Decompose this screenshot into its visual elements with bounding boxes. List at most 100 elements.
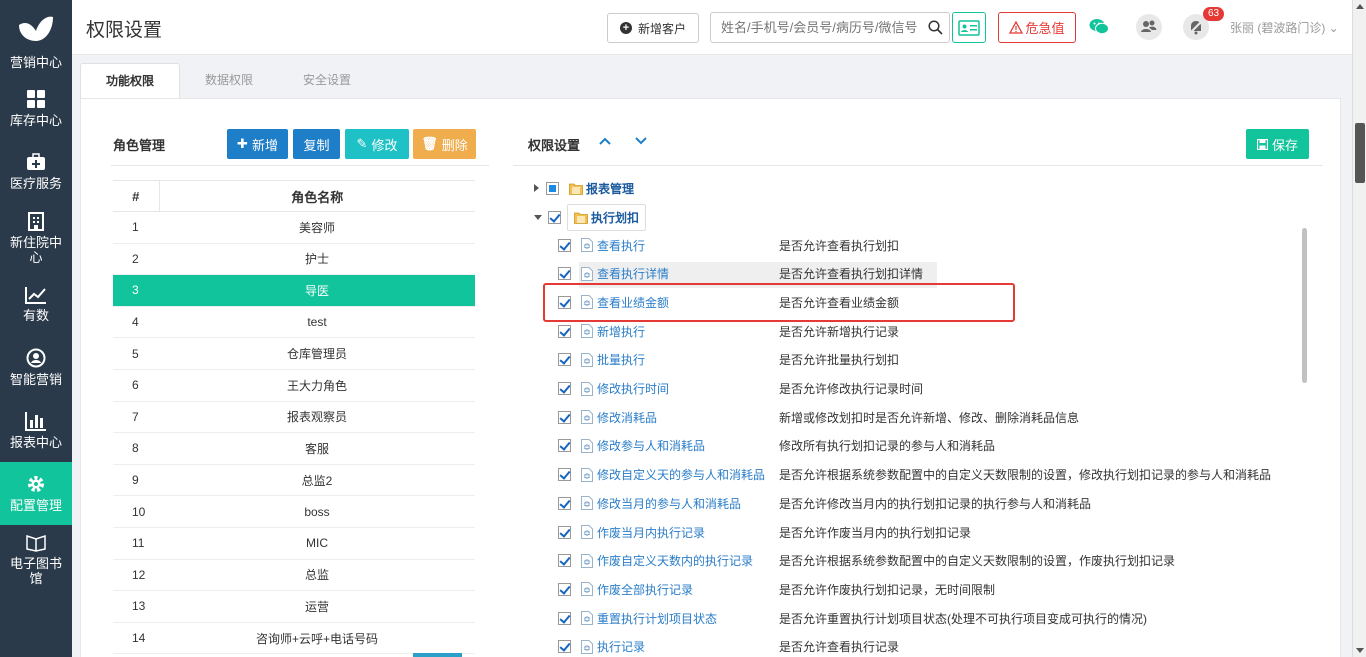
permission-name[interactable]: 重置执行计划项目状态 bbox=[597, 610, 779, 627]
app-logo[interactable] bbox=[0, 0, 72, 55]
add-role-button[interactable]: ✚ 新增 bbox=[227, 129, 288, 159]
tree-group-execution-deduct[interactable]: 执行划扣 bbox=[534, 203, 647, 231]
sidebar-item-smart-marketing[interactable]: 智能营销 bbox=[0, 336, 72, 399]
tree-group-report-management[interactable]: 报表管理 bbox=[534, 175, 634, 201]
permission-item[interactable]: 重置执行计划项目状态 是否允许重置执行计划项目状态(处理不可执行项目变成可执行的情… bbox=[520, 604, 1310, 632]
table-row[interactable]: 3 导医 bbox=[113, 274, 475, 307]
permission-checkbox[interactable] bbox=[558, 353, 571, 367]
permission-checkbox[interactable] bbox=[558, 554, 571, 568]
permission-name[interactable]: 查看业绩金额 bbox=[597, 294, 779, 311]
wechat-icon[interactable] bbox=[1089, 18, 1109, 35]
sidebar-item-label: 新住院中心 bbox=[9, 235, 62, 265]
scroll-down-icon[interactable] bbox=[1356, 648, 1364, 653]
table-row[interactable]: 6 王大力角色 bbox=[113, 369, 475, 402]
table-row[interactable]: 14 咨询师+云呼+电话号码 bbox=[113, 622, 475, 655]
tab-data-permissions[interactable]: 数据权限 bbox=[180, 63, 278, 98]
permission-name[interactable]: 作废自定义天数内的执行记录 bbox=[597, 552, 779, 569]
table-row[interactable]: 13 运营 bbox=[113, 590, 475, 623]
permission-name[interactable]: 执行记录 bbox=[597, 638, 779, 655]
permission-name[interactable]: 修改执行时间 bbox=[597, 380, 779, 397]
permission-checkbox[interactable] bbox=[558, 496, 571, 510]
permission-name[interactable]: 查看执行 bbox=[597, 237, 779, 254]
user-menu[interactable]: 张丽 (碧波路门诊) ⌄ bbox=[1230, 19, 1339, 36]
permission-item[interactable]: 执行记录 是否允许查看执行记录 bbox=[520, 633, 1310, 657]
permission-item[interactable]: 新增执行 是否允许新增执行记录 bbox=[520, 317, 1310, 345]
id-card-button[interactable] bbox=[952, 12, 986, 43]
scrollbar-thumb[interactable] bbox=[1355, 123, 1365, 183]
table-row[interactable]: 9 总监2 bbox=[113, 464, 475, 497]
permission-item[interactable]: 作废自定义天数内的执行记录 是否允许根据系统参数配置中的自定义天数限制的设置，作废… bbox=[520, 547, 1310, 575]
permission-item[interactable]: 查看执行 是否允许查看执行划扣 bbox=[520, 231, 1310, 259]
permission-checkbox[interactable] bbox=[558, 382, 571, 395]
page-scrollbar[interactable] bbox=[1352, 0, 1366, 657]
permission-checkbox[interactable] bbox=[558, 439, 571, 453]
edit-role-button[interactable]: ✎ 修改 bbox=[345, 129, 409, 159]
table-row[interactable]: 1 美容师 bbox=[113, 211, 475, 244]
sidebar-item-inpatient[interactable]: 新住院中心 bbox=[0, 203, 72, 273]
permission-checkbox[interactable] bbox=[558, 324, 571, 338]
new-customer-button[interactable]: + 新增客户 bbox=[607, 13, 699, 43]
permission-checkbox[interactable] bbox=[558, 410, 571, 424]
team-icon[interactable] bbox=[1135, 13, 1163, 41]
sidebar-item-youshu[interactable]: 有数 bbox=[0, 273, 72, 336]
table-row[interactable]: 8 客服 bbox=[113, 432, 475, 465]
folder-icon bbox=[574, 212, 588, 224]
permission-item[interactable]: 作废全部执行记录 是否允许作废执行划扣记录，无时间限制 bbox=[520, 575, 1310, 603]
permission-name[interactable]: 作废全部执行记录 bbox=[597, 581, 779, 598]
expand-arrow-icon[interactable] bbox=[534, 184, 539, 192]
table-row[interactable]: 5 仓库管理员 bbox=[113, 337, 475, 370]
permission-checkbox[interactable] bbox=[558, 525, 571, 539]
permission-checkbox[interactable] bbox=[558, 611, 571, 625]
tab-security-settings[interactable]: 安全设置 bbox=[278, 63, 376, 98]
table-row[interactable]: 2 护士 bbox=[113, 243, 475, 276]
copy-role-label: 复制 bbox=[303, 137, 330, 153]
sidebar-item-marketing[interactable]: 营销中心 bbox=[0, 55, 72, 77]
group-checkbox[interactable] bbox=[548, 210, 561, 224]
tab-function-permissions[interactable]: 功能权限 bbox=[80, 63, 181, 98]
sidebar-item-medical[interactable]: 医疗服务 bbox=[0, 140, 72, 203]
permission-item[interactable]: 查看执行详情 是否允许查看执行划扣详情 bbox=[520, 260, 1310, 288]
delete-role-button[interactable]: 🗑 删除 bbox=[413, 129, 476, 159]
permission-item[interactable]: 批量执行 是否允许批量执行划扣 bbox=[520, 346, 1310, 374]
permission-checkbox[interactable] bbox=[558, 238, 571, 252]
critical-value-button[interactable]: 危急值 bbox=[998, 12, 1076, 43]
scroll-up-icon[interactable] bbox=[1356, 4, 1364, 9]
sidebar-item-config[interactable]: 配置管理 bbox=[0, 462, 72, 525]
permission-name[interactable]: 批量执行 bbox=[597, 351, 779, 368]
permission-checkbox[interactable] bbox=[558, 267, 571, 281]
table-row[interactable]: 10 boss bbox=[113, 495, 475, 528]
permission-item[interactable]: 修改执行时间 是否允许修改执行记录时间 bbox=[520, 375, 1310, 403]
permission-item[interactable]: 修改自定义天的参与人和消耗品 是否允许根据系统参数配置中的自定义天数限制的设置，修… bbox=[520, 461, 1310, 489]
permission-name[interactable]: 修改当月的参与人和消耗品 bbox=[597, 495, 779, 512]
table-row[interactable]: 7 报表观察员 bbox=[113, 401, 475, 434]
table-row[interactable]: 12 总监 bbox=[113, 559, 475, 592]
table-row[interactable]: 11 MIC bbox=[113, 527, 475, 560]
collapse-arrow-icon[interactable] bbox=[534, 214, 542, 220]
group-checkbox[interactable] bbox=[546, 181, 559, 195]
permission-name[interactable]: 作废当月内执行记录 bbox=[597, 524, 779, 541]
sidebar-item-inventory[interactable]: 库存中心 bbox=[0, 77, 72, 140]
sidebar-item-reports[interactable]: 报表中心 bbox=[0, 399, 72, 462]
permission-item[interactable]: 修改当月的参与人和消耗品 是否允许修改当月内的执行划扣记录的执行参与人和消耗品 bbox=[520, 489, 1310, 517]
permission-name[interactable]: 查看执行详情 bbox=[597, 265, 779, 282]
sidebar-item-library[interactable]: 电子图书馆 bbox=[0, 525, 72, 595]
permission-name[interactable]: 修改自定义天的参与人和消耗品 bbox=[597, 466, 779, 483]
permission-item[interactable]: 作废当月内执行记录 是否允许作废当月内的执行划扣记录 bbox=[520, 518, 1310, 546]
permission-name[interactable]: 修改消耗品 bbox=[597, 409, 779, 426]
save-button[interactable]: 保存 bbox=[1246, 129, 1309, 159]
chevron-down-icon[interactable] bbox=[635, 137, 647, 145]
permission-item[interactable]: 修改消耗品 新增或修改划扣时是否允许新增、修改、删除消耗品信息 bbox=[520, 403, 1310, 431]
permission-checkbox[interactable] bbox=[558, 468, 571, 482]
permission-checkbox[interactable] bbox=[558, 295, 571, 309]
permission-item[interactable]: 修改参与人和消耗品 修改所有执行划扣记录的参与人和消耗品 bbox=[520, 432, 1310, 460]
table-row[interactable]: 4 test bbox=[113, 306, 475, 339]
chevron-up-icon[interactable] bbox=[599, 137, 611, 145]
search-icon[interactable] bbox=[928, 20, 943, 35]
copy-role-button[interactable]: 复制 bbox=[293, 129, 340, 159]
search-input[interactable] bbox=[711, 13, 921, 42]
permission-item[interactable]: 查看业绩金额 是否允许查看业绩金额 bbox=[520, 288, 1310, 316]
permission-name[interactable]: 新增执行 bbox=[597, 323, 779, 340]
permission-checkbox[interactable] bbox=[558, 640, 571, 654]
permission-name[interactable]: 修改参与人和消耗品 bbox=[597, 437, 779, 454]
permission-checkbox[interactable] bbox=[558, 582, 571, 596]
